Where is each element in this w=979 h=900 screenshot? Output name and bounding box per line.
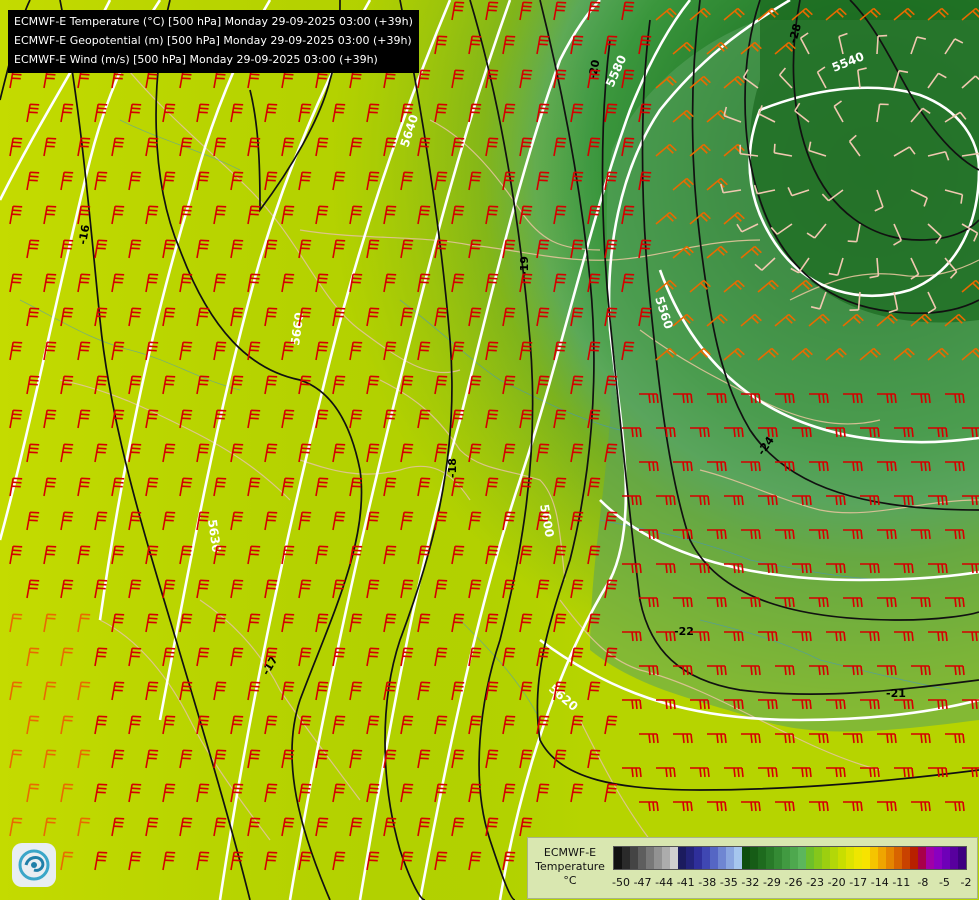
title-geopotential: ECMWF-E Geopotential (m) [500 hPa] Monda… bbox=[14, 34, 412, 47]
legend-swatch bbox=[958, 847, 966, 869]
legend-title-variable: Temperature bbox=[535, 860, 605, 873]
temperature-label: -19 bbox=[518, 256, 531, 276]
legend-tick-label: -5 bbox=[938, 876, 950, 889]
legend-swatch bbox=[798, 847, 806, 869]
legend-swatch bbox=[790, 847, 798, 869]
temperature-label: -18 bbox=[446, 458, 459, 478]
legend-swatch bbox=[782, 847, 790, 869]
legend-tick-label: -41 bbox=[676, 876, 695, 889]
legend-swatch bbox=[870, 847, 878, 869]
legend-swatch bbox=[758, 847, 766, 869]
legend-swatch bbox=[646, 847, 654, 869]
legend-swatch bbox=[806, 847, 814, 869]
legend-swatch bbox=[950, 847, 958, 869]
title-wind: ECMWF-E Wind (m/s) [500 hPa] Monday 29-0… bbox=[14, 53, 378, 66]
map-title-box: ECMWF-E Temperature (°C) [500 hPa] Monda… bbox=[8, 10, 419, 73]
legend-swatch bbox=[638, 847, 646, 869]
legend-title: ECMWF-E Temperature °C bbox=[532, 846, 608, 888]
legend-swatch bbox=[846, 847, 854, 869]
legend-swatch bbox=[710, 847, 718, 869]
legend-swatch bbox=[750, 847, 758, 869]
legend-swatch bbox=[918, 847, 926, 869]
legend-swatch bbox=[814, 847, 822, 869]
title-temperature: ECMWF-E Temperature (°C) [500 hPa] Monda… bbox=[14, 15, 413, 28]
legend-tick-label: -26 bbox=[784, 876, 803, 889]
legend-tick-label: -47 bbox=[633, 876, 652, 889]
legend-swatch bbox=[678, 847, 686, 869]
legend-swatch bbox=[894, 847, 902, 869]
legend-swatch bbox=[934, 847, 942, 869]
legend-swatch bbox=[822, 847, 830, 869]
legend-tick-labels: -50 -47 -44 -41 -38 -35 -32 -29 -26 -23 -20 -17 -14-… bbox=[612, 876, 973, 890]
legend-swatch bbox=[654, 847, 662, 869]
legend-swatch bbox=[854, 847, 862, 869]
provider-logo-icon[interactable] bbox=[12, 843, 56, 887]
legend-swatch bbox=[910, 847, 918, 869]
legend-swatch bbox=[830, 847, 838, 869]
legend-swatch bbox=[734, 847, 742, 869]
legend-tick-label: -29 bbox=[762, 876, 781, 889]
legend-swatch bbox=[862, 847, 870, 869]
legend-swatch bbox=[878, 847, 886, 869]
temperature-label: -21 bbox=[886, 687, 906, 700]
legend-title-model: ECMWF-E bbox=[543, 846, 597, 859]
weather-map: 5540 5580 5560 5640 5660 5600 5620 5630 … bbox=[0, 0, 979, 900]
legend-swatch bbox=[718, 847, 726, 869]
legend-swatch bbox=[774, 847, 782, 869]
legend-swatch bbox=[670, 847, 678, 869]
legend-title-unit: °C bbox=[563, 874, 577, 887]
legend-swatch bbox=[702, 847, 710, 869]
legend-swatch bbox=[886, 847, 894, 869]
legend-swatch bbox=[630, 847, 638, 869]
temperature-legend: ECMWF-E Temperature °C -50 -47 -44 -41 -38 -3… bbox=[527, 837, 978, 899]
legend-swatch bbox=[766, 847, 774, 869]
legend-swatch bbox=[694, 847, 702, 869]
legend-tick-label: -44 bbox=[655, 876, 674, 889]
legend-swatch bbox=[686, 847, 694, 869]
legend-swatch bbox=[726, 847, 734, 869]
legend-tick-label: -17 bbox=[849, 876, 868, 889]
legend-swatch bbox=[902, 847, 910, 869]
legend-tick-label: -50 bbox=[612, 876, 630, 889]
legend-tick-label: -14 bbox=[870, 876, 889, 889]
legend-swatch bbox=[742, 847, 750, 869]
legend-tick-label: -23 bbox=[806, 876, 825, 889]
legend-tick-label: -20 bbox=[827, 876, 846, 889]
legend-tick-label: -2 bbox=[960, 876, 972, 889]
legend-tick-label: -32 bbox=[741, 876, 760, 889]
legend-colorbar bbox=[613, 846, 967, 870]
legend-tick-label: -8 bbox=[917, 876, 929, 889]
legend-swatch bbox=[838, 847, 846, 869]
legend-tick-label: -35 bbox=[719, 876, 738, 889]
legend-swatch bbox=[942, 847, 950, 869]
legend-swatch bbox=[614, 847, 622, 869]
legend-tick-label: -38 bbox=[698, 876, 717, 889]
legend-swatch bbox=[926, 847, 934, 869]
map-viewport[interactable]: 5540 5580 5560 5640 5660 5600 5620 5630 … bbox=[0, 0, 979, 900]
legend-swatch bbox=[662, 847, 670, 869]
legend-swatch bbox=[622, 847, 630, 869]
legend-tick-label: -11 bbox=[892, 876, 911, 889]
